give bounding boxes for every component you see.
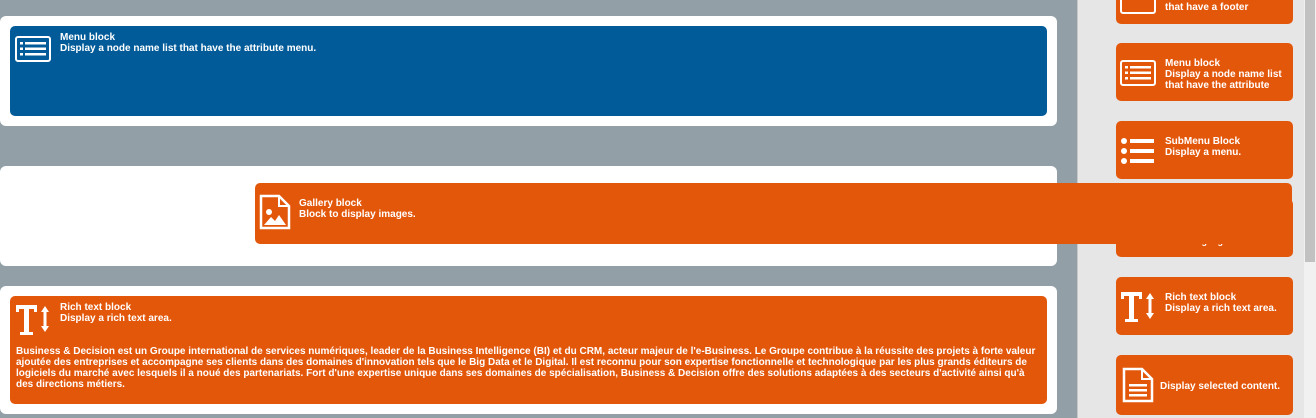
- rich-text-content[interactable]: Business & Decision est un Groupe intern…: [16, 346, 1040, 390]
- palette-item-description: that have the attribute: [1165, 80, 1270, 91]
- block-description: Display a rich text area.: [60, 313, 172, 324]
- palette-item-description: Display a rich text area.: [1165, 303, 1277, 314]
- richtext-block[interactable]: Rich text block Display a rich text area…: [10, 296, 1047, 404]
- palette-item-menu[interactable]: Menu block Display a node name list that…: [1116, 43, 1293, 101]
- block-title: Menu block: [60, 32, 116, 43]
- list-icon: [15, 36, 51, 62]
- block-title: Rich text block: [60, 302, 132, 313]
- list-icon: [1120, 0, 1156, 14]
- palette-item-title: SubMenu Block: [1165, 136, 1241, 147]
- palette-item-label: Display selected content.: [1160, 381, 1281, 392]
- palette-item-content[interactable]: Display selected content.: [1116, 355, 1293, 415]
- palette-item-title: Menu block: [1165, 58, 1221, 69]
- document-icon: [1122, 367, 1154, 403]
- bullet-list-icon: [1121, 138, 1154, 164]
- block-description: Block to display images.: [299, 209, 416, 220]
- list-icon: [1120, 60, 1156, 86]
- palette-item-description: Display a menu.: [1165, 147, 1242, 158]
- palette-item-description: that have a footer: [1165, 2, 1249, 13]
- block-description: Display a node name list that have the a…: [60, 43, 317, 54]
- palette-item-description: Display a node name list: [1165, 69, 1282, 80]
- image-icon: [259, 194, 291, 230]
- vertical-scrollbar[interactable]: [1304, 0, 1316, 418]
- text-cursor-icon: [1121, 292, 1154, 322]
- scrollbar-thumb[interactable]: [1305, 0, 1315, 262]
- palette-item-submenu[interactable]: SubMenu Block Display a menu.: [1116, 121, 1293, 179]
- text-cursor-icon: [16, 305, 49, 335]
- palette-item-richtext[interactable]: Rich text block Display a rich text area…: [1116, 277, 1293, 335]
- menu-block[interactable]: Menu block Display a node name list that…: [10, 26, 1047, 116]
- palette-item-footer[interactable]: that have a footer: [1116, 0, 1293, 24]
- block-title: Gallery block: [299, 198, 362, 209]
- gallery-block-dragging[interactable]: Gallery block Block to display images.: [255, 183, 1292, 244]
- palette-item-title: Rich text block: [1165, 292, 1237, 303]
